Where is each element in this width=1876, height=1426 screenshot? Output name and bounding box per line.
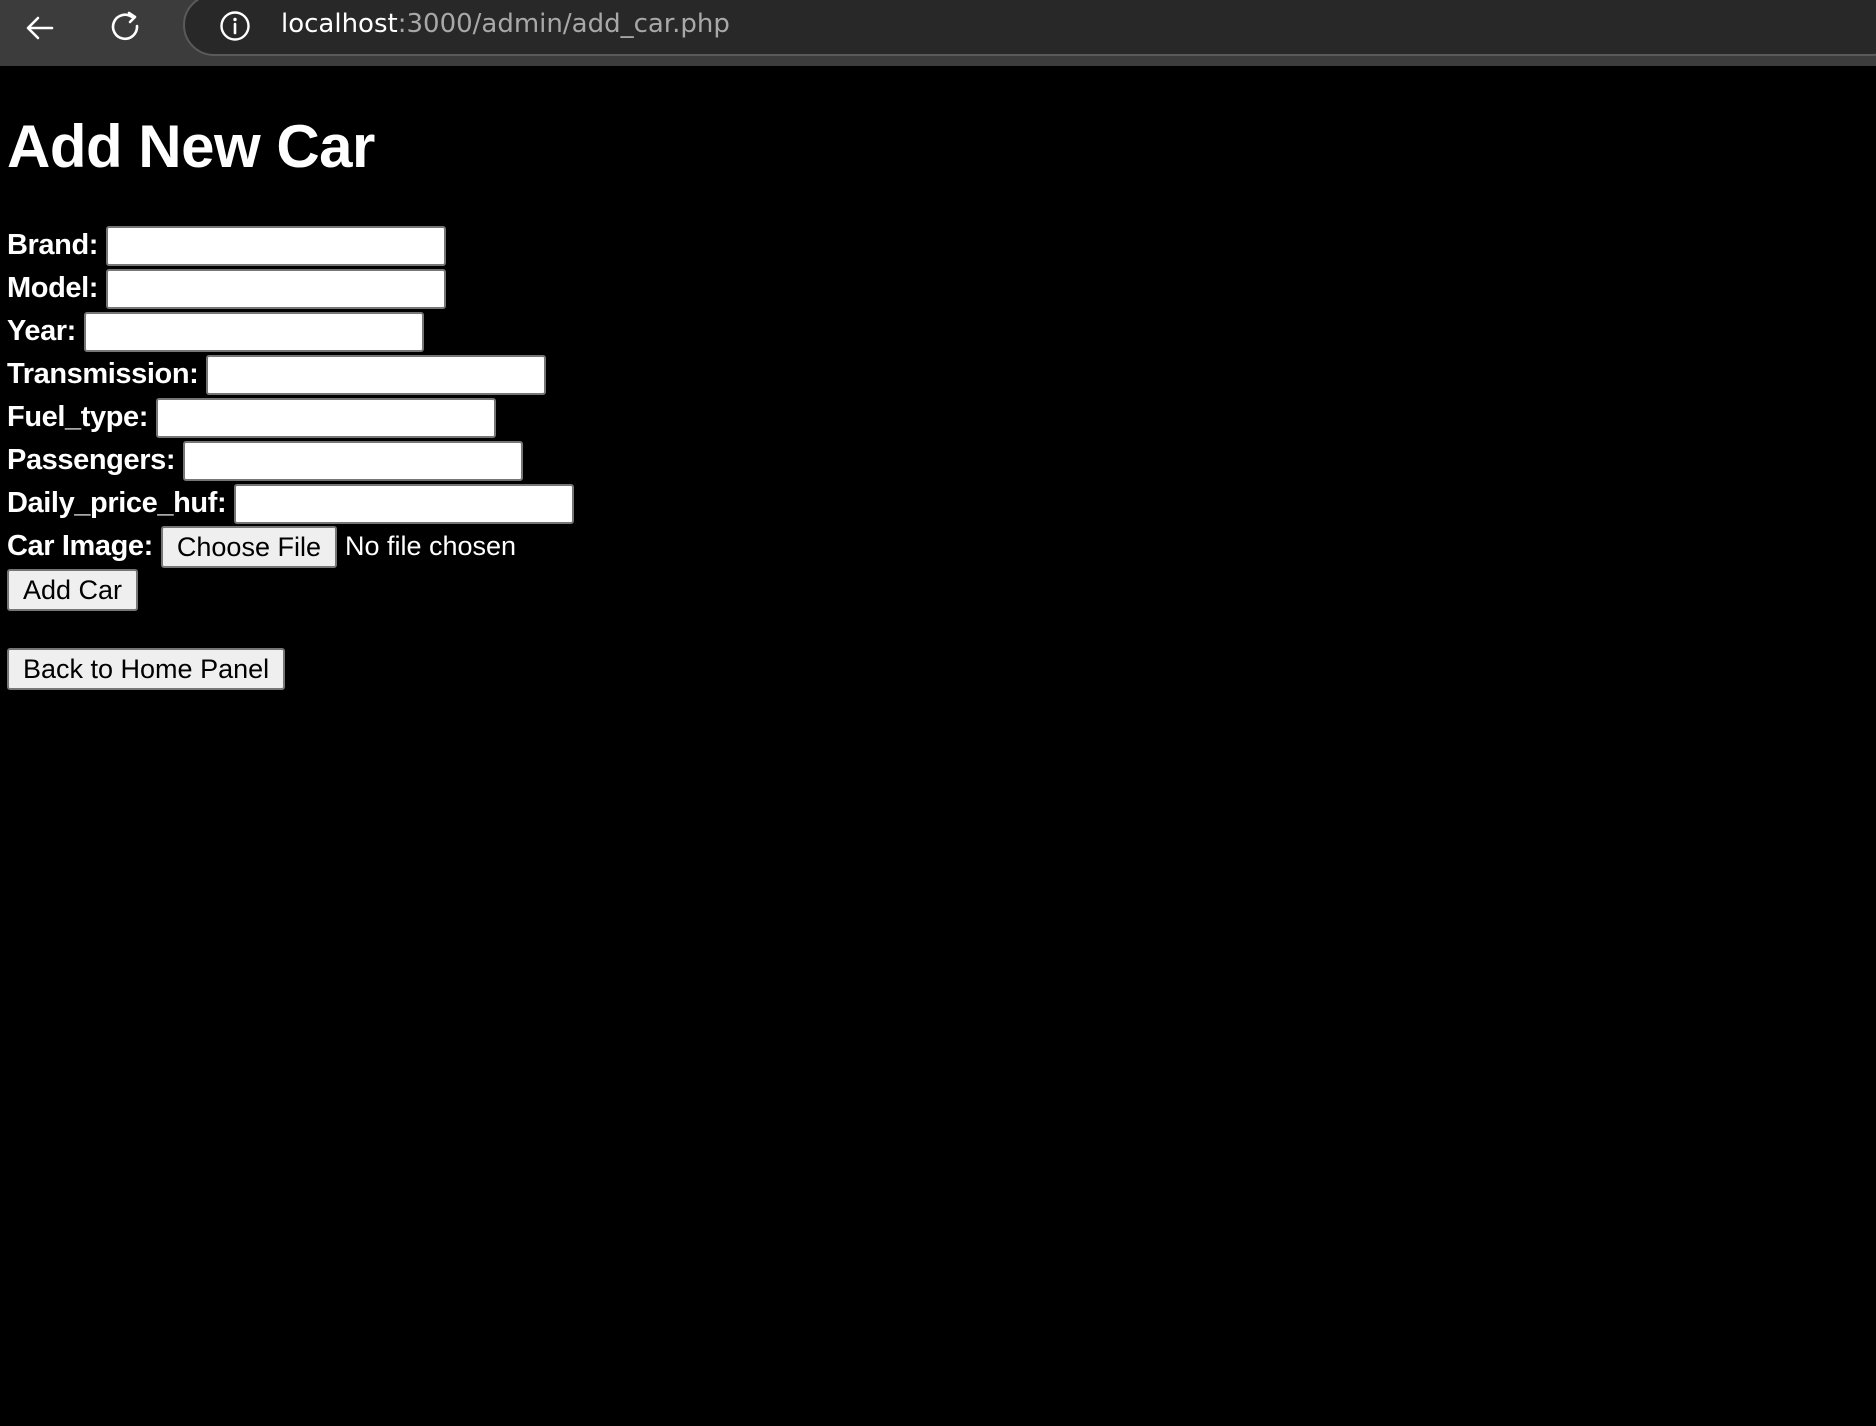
reload-icon [107, 9, 145, 52]
daily-price-label: Daily_price_huf: [7, 487, 227, 519]
url-host: localhost [281, 9, 398, 39]
year-row: Year: [7, 310, 574, 353]
transmission-input[interactable] [206, 354, 547, 395]
add-car-button[interactable]: Add Car [7, 568, 139, 611]
browser-toolbar: localhost:3000/admin/add_car.php [0, 0, 1876, 66]
fuel-type-input[interactable] [156, 397, 497, 438]
transmission-row: Transmission: [7, 353, 574, 396]
passengers-row: Passengers: [7, 439, 574, 482]
page-title: Add New Car [7, 113, 375, 180]
brand-label: Brand: [7, 229, 99, 261]
back-row: Back to Home Panel [7, 647, 574, 690]
daily-price-row: Daily_price_huf: [7, 482, 575, 525]
fuel-type-label: Fuel_type: [7, 401, 149, 433]
car-image-label: Car Image: [7, 530, 153, 562]
arrow-left-icon [22, 10, 58, 51]
file-status: No file chosen [344, 531, 517, 561]
address-bar[interactable]: localhost:3000/admin/add_car.php [183, 0, 1876, 56]
submit-row: Add Car [7, 568, 574, 611]
add-car-form: Brand: Model: Year: Transmission: Fuel_t… [7, 224, 575, 690]
daily-price-input[interactable] [234, 483, 575, 524]
back-button[interactable] [14, 4, 66, 56]
model-row: Model: [7, 267, 574, 310]
brand-input[interactable] [106, 225, 447, 266]
brand-row: Brand: [7, 224, 574, 267]
back-to-home-button[interactable]: Back to Home Panel [7, 647, 286, 690]
url-text: localhost:3000/admin/add_car.php [281, 6, 730, 42]
reload-button[interactable] [100, 4, 152, 56]
transmission-label: Transmission: [7, 358, 199, 390]
model-input[interactable] [106, 268, 447, 309]
fuel-type-row: Fuel_type: [7, 396, 574, 439]
year-label: Year: [7, 315, 76, 347]
page-content: Add New Car Brand: Model: Year: Transmis… [0, 66, 1876, 1426]
choose-file-button[interactable]: Choose File [160, 525, 337, 568]
url-path: :3000/admin/add_car.php [397, 9, 730, 39]
car-image-row: Car Image: Choose File No file chosen [7, 525, 574, 568]
model-label: Model: [7, 272, 99, 304]
year-input[interactable] [83, 311, 424, 352]
passengers-input[interactable] [183, 440, 524, 481]
passengers-label: Passengers: [7, 444, 176, 476]
info-icon[interactable] [219, 10, 251, 42]
